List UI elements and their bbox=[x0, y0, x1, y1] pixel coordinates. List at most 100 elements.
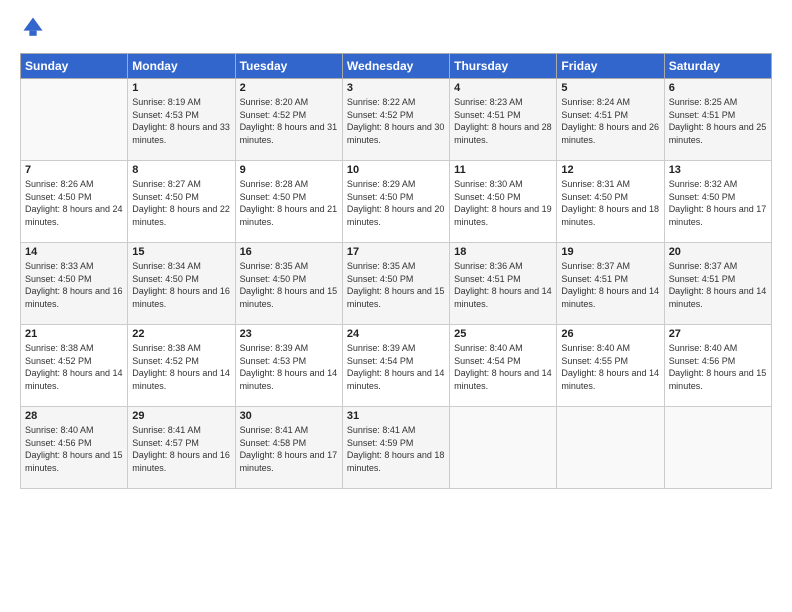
day-number: 6 bbox=[669, 82, 767, 94]
calendar-cell: 24 Sunrise: 8:39 AMSunset: 4:54 PMDayligh… bbox=[342, 325, 449, 407]
day-number: 27 bbox=[669, 328, 767, 340]
day-info: Sunrise: 8:41 AMSunset: 4:58 PMDaylight:… bbox=[240, 424, 338, 474]
calendar-cell: 20 Sunrise: 8:37 AMSunset: 4:51 PMDayligh… bbox=[664, 243, 771, 325]
calendar-cell: 4 Sunrise: 8:23 AMSunset: 4:51 PMDaylight… bbox=[450, 79, 557, 161]
day-info: Sunrise: 8:39 AMSunset: 4:53 PMDaylight:… bbox=[240, 342, 338, 392]
calendar-cell: 10 Sunrise: 8:29 AMSunset: 4:50 PMDayligh… bbox=[342, 161, 449, 243]
day-info: Sunrise: 8:36 AMSunset: 4:51 PMDaylight:… bbox=[454, 260, 552, 310]
day-number: 23 bbox=[240, 328, 338, 340]
day-number: 15 bbox=[132, 246, 230, 258]
day-number: 12 bbox=[561, 164, 659, 176]
header bbox=[20, 16, 772, 43]
calendar-cell: 21Sunrise: 8:38 AMSunset: 4:52 PMDayligh… bbox=[21, 325, 128, 407]
day-number: 5 bbox=[561, 82, 659, 94]
day-number: 3 bbox=[347, 82, 445, 94]
calendar-week-row: 1Sunrise: 8:19 AMSunset: 4:53 PMDaylight… bbox=[21, 79, 772, 161]
day-number: 13 bbox=[669, 164, 767, 176]
day-number: 7 bbox=[25, 164, 123, 176]
day-number: 2 bbox=[240, 82, 338, 94]
day-number: 1 bbox=[132, 82, 230, 94]
day-number: 29 bbox=[132, 410, 230, 422]
day-number: 8 bbox=[132, 164, 230, 176]
calendar-week-row: 28 Sunrise: 8:40 AMSunset: 4:56 PMDayligh… bbox=[21, 407, 772, 489]
calendar-cell: 22 Sunrise: 8:38 AMSunset: 4:52 PMDayligh… bbox=[128, 325, 235, 407]
weekday-header-row: SundayMondayTuesdayWednesdayThursdayFrid… bbox=[21, 54, 772, 79]
calendar-cell: 31 Sunrise: 8:41 AMSunset: 4:59 PMDayligh… bbox=[342, 407, 449, 489]
day-info: Sunrise: 8:30 AMSunset: 4:50 PMDaylight:… bbox=[454, 178, 552, 228]
day-info: Sunrise: 8:41 AMSunset: 4:57 PMDaylight:… bbox=[132, 424, 230, 474]
day-info: Sunrise: 8:37 AMSunset: 4:51 PMDaylight:… bbox=[669, 260, 767, 310]
calendar-cell: 7 Sunrise: 8:26 AMSunset: 4:50 PMDaylight… bbox=[21, 161, 128, 243]
weekday-header: Wednesday bbox=[342, 54, 449, 79]
day-info: Sunrise: 8:40 AMSunset: 4:55 PMDaylight:… bbox=[561, 342, 659, 392]
calendar-week-row: 14 Sunrise: 8:33 AMSunset: 4:50 PMDayligh… bbox=[21, 243, 772, 325]
calendar-cell: 6 Sunrise: 8:25 AMSunset: 4:51 PMDaylight… bbox=[664, 79, 771, 161]
day-info: Sunrise: 8:33 AMSunset: 4:50 PMDaylight:… bbox=[25, 260, 123, 310]
calendar-cell: 16 Sunrise: 8:35 AMSunset: 4:50 PMDayligh… bbox=[235, 243, 342, 325]
day-info: Sunrise: 8:38 AMSunset: 4:52 PMDaylight:… bbox=[25, 342, 123, 392]
weekday-header: Friday bbox=[557, 54, 664, 79]
day-number: 19 bbox=[561, 246, 659, 258]
day-info: Sunrise: 8:38 AMSunset: 4:52 PMDaylight:… bbox=[132, 342, 230, 392]
calendar-week-row: 21Sunrise: 8:38 AMSunset: 4:52 PMDayligh… bbox=[21, 325, 772, 407]
day-number: 20 bbox=[669, 246, 767, 258]
weekday-header: Tuesday bbox=[235, 54, 342, 79]
weekday-header: Monday bbox=[128, 54, 235, 79]
day-number: 26 bbox=[561, 328, 659, 340]
calendar-cell bbox=[664, 407, 771, 489]
day-info: Sunrise: 8:37 AMSunset: 4:51 PMDaylight:… bbox=[561, 260, 659, 310]
day-info: Sunrise: 8:41 AMSunset: 4:59 PMDaylight:… bbox=[347, 424, 445, 474]
calendar-cell: 18 Sunrise: 8:36 AMSunset: 4:51 PMDayligh… bbox=[450, 243, 557, 325]
calendar-cell: 1Sunrise: 8:19 AMSunset: 4:53 PMDaylight… bbox=[128, 79, 235, 161]
day-number: 31 bbox=[347, 410, 445, 422]
day-info: Sunrise: 8:40 AMSunset: 4:56 PMDaylight:… bbox=[669, 342, 767, 392]
day-info: Sunrise: 8:22 AMSunset: 4:52 PMDaylight:… bbox=[347, 96, 445, 146]
calendar-cell: 17 Sunrise: 8:35 AMSunset: 4:50 PMDayligh… bbox=[342, 243, 449, 325]
day-number: 10 bbox=[347, 164, 445, 176]
calendar-week-row: 7 Sunrise: 8:26 AMSunset: 4:50 PMDaylight… bbox=[21, 161, 772, 243]
calendar-cell: 30 Sunrise: 8:41 AMSunset: 4:58 PMDayligh… bbox=[235, 407, 342, 489]
calendar-cell: 13 Sunrise: 8:32 AMSunset: 4:50 PMDayligh… bbox=[664, 161, 771, 243]
day-number: 14 bbox=[25, 246, 123, 258]
calendar-cell: 11 Sunrise: 8:30 AMSunset: 4:50 PMDayligh… bbox=[450, 161, 557, 243]
day-number: 30 bbox=[240, 410, 338, 422]
calendar-cell: 2 Sunrise: 8:20 AMSunset: 4:52 PMDaylight… bbox=[235, 79, 342, 161]
day-number: 28 bbox=[25, 410, 123, 422]
day-number: 11 bbox=[454, 164, 552, 176]
calendar-table: SundayMondayTuesdayWednesdayThursdayFrid… bbox=[20, 53, 772, 489]
calendar-cell: 27 Sunrise: 8:40 AMSunset: 4:56 PMDayligh… bbox=[664, 325, 771, 407]
logo-icon bbox=[22, 16, 44, 38]
day-info: Sunrise: 8:40 AMSunset: 4:56 PMDaylight:… bbox=[25, 424, 123, 474]
calendar-cell: 12 Sunrise: 8:31 AMSunset: 4:50 PMDayligh… bbox=[557, 161, 664, 243]
day-info: Sunrise: 8:35 AMSunset: 4:50 PMDaylight:… bbox=[240, 260, 338, 310]
day-number: 25 bbox=[454, 328, 552, 340]
day-number: 18 bbox=[454, 246, 552, 258]
day-number: 24 bbox=[347, 328, 445, 340]
calendar-cell: 5 Sunrise: 8:24 AMSunset: 4:51 PMDaylight… bbox=[557, 79, 664, 161]
day-info: Sunrise: 8:35 AMSunset: 4:50 PMDaylight:… bbox=[347, 260, 445, 310]
calendar-cell: 25 Sunrise: 8:40 AMSunset: 4:54 PMDayligh… bbox=[450, 325, 557, 407]
day-info: Sunrise: 8:31 AMSunset: 4:50 PMDaylight:… bbox=[561, 178, 659, 228]
page: SundayMondayTuesdayWednesdayThursdayFrid… bbox=[0, 0, 792, 612]
calendar-cell: 15 Sunrise: 8:34 AMSunset: 4:50 PMDayligh… bbox=[128, 243, 235, 325]
day-info: Sunrise: 8:39 AMSunset: 4:54 PMDaylight:… bbox=[347, 342, 445, 392]
day-info: Sunrise: 8:25 AMSunset: 4:51 PMDaylight:… bbox=[669, 96, 767, 146]
day-info: Sunrise: 8:23 AMSunset: 4:51 PMDaylight:… bbox=[454, 96, 552, 146]
day-number: 17 bbox=[347, 246, 445, 258]
calendar-cell: 23 Sunrise: 8:39 AMSunset: 4:53 PMDayligh… bbox=[235, 325, 342, 407]
day-number: 4 bbox=[454, 82, 552, 94]
day-info: Sunrise: 8:34 AMSunset: 4:50 PMDaylight:… bbox=[132, 260, 230, 310]
day-info: Sunrise: 8:29 AMSunset: 4:50 PMDaylight:… bbox=[347, 178, 445, 228]
day-number: 22 bbox=[132, 328, 230, 340]
day-info: Sunrise: 8:32 AMSunset: 4:50 PMDaylight:… bbox=[669, 178, 767, 228]
day-info: Sunrise: 8:27 AMSunset: 4:50 PMDaylight:… bbox=[132, 178, 230, 228]
weekday-header: Thursday bbox=[450, 54, 557, 79]
day-number: 16 bbox=[240, 246, 338, 258]
day-info: Sunrise: 8:26 AMSunset: 4:50 PMDaylight:… bbox=[25, 178, 123, 228]
calendar-cell bbox=[21, 79, 128, 161]
day-info: Sunrise: 8:24 AMSunset: 4:51 PMDaylight:… bbox=[561, 96, 659, 146]
day-info: Sunrise: 8:20 AMSunset: 4:52 PMDaylight:… bbox=[240, 96, 338, 146]
calendar-cell: 29 Sunrise: 8:41 AMSunset: 4:57 PMDayligh… bbox=[128, 407, 235, 489]
calendar-cell: 8 Sunrise: 8:27 AMSunset: 4:50 PMDaylight… bbox=[128, 161, 235, 243]
day-info: Sunrise: 8:40 AMSunset: 4:54 PMDaylight:… bbox=[454, 342, 552, 392]
